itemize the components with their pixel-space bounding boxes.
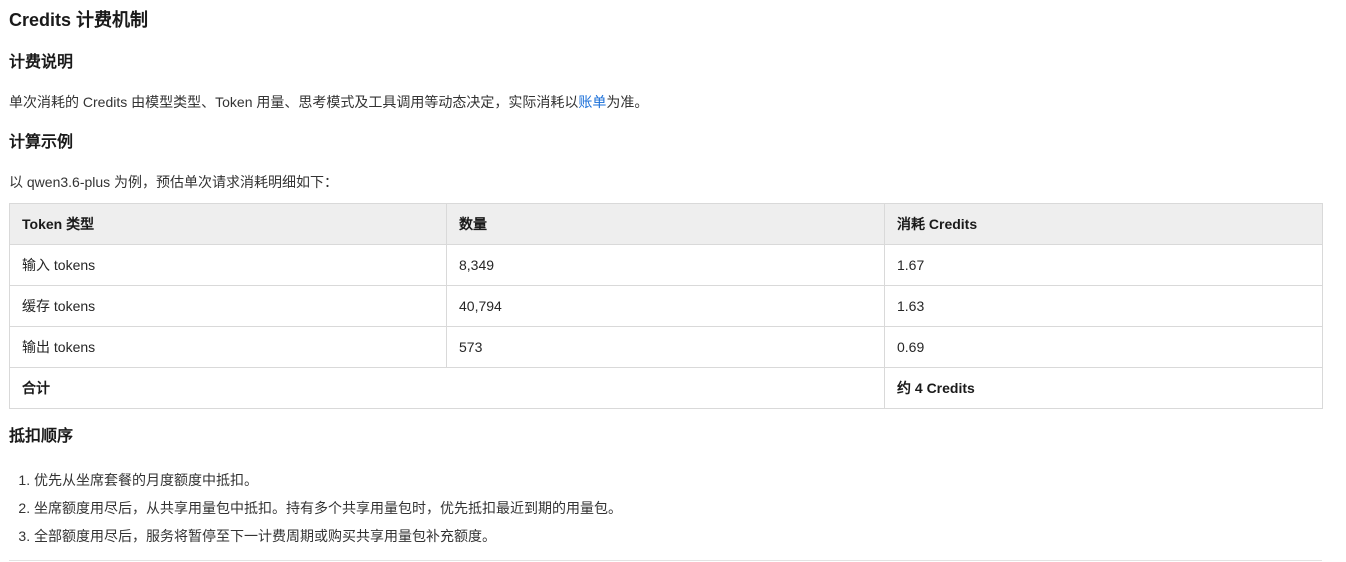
page-title: Credits 计费机制	[9, 10, 149, 30]
cell-credits: 0.69	[884, 326, 1323, 368]
list-item: 坐席额度用尽后，从共享用量包中抵扣。持有多个共享用量包时，优先抵扣最近到期的用量…	[34, 494, 622, 522]
bill-link[interactable]: 账单	[578, 94, 606, 110]
header-token-type: Token 类型	[9, 203, 447, 245]
table-total-row: 合计 约 4 Credits	[9, 367, 1323, 409]
table-header-row: Token 类型 数量 消耗 Credits	[9, 203, 1323, 245]
example-intro: 以 qwen3.6-plus 为例，预估单次请求消耗明细如下：	[9, 174, 339, 190]
cell-token-type: 输入 tokens	[9, 244, 447, 286]
cell-token-type: 缓存 tokens	[9, 285, 447, 327]
billing-text-after: 为准。	[606, 94, 649, 110]
example-heading: 计算示例	[9, 134, 74, 151]
deduction-list: 优先从坐席套餐的月度额度中抵扣。 坐席额度用尽后，从共享用量包中抵扣。持有多个共…	[9, 466, 622, 550]
list-item: 全部额度用尽后，服务将暂停至下一计费周期或购买共享用量包补充额度。	[34, 522, 622, 550]
billing-description: 单次消耗的 Credits 由模型类型、Token 用量、思考模式及工具调用等动…	[9, 92, 648, 112]
cell-token-type: 输出 tokens	[9, 326, 447, 368]
table-row: 输入 tokens 8,349 1.67	[9, 244, 1323, 286]
total-label: 合计	[9, 367, 885, 409]
cell-quantity: 8,349	[446, 244, 885, 286]
list-item: 优先从坐席套餐的月度额度中抵扣。	[34, 466, 622, 494]
cell-credits: 1.67	[884, 244, 1323, 286]
credits-table: Token 类型 数量 消耗 Credits 输入 tokens 8,349 1…	[9, 203, 1323, 409]
cell-credits: 1.63	[884, 285, 1323, 327]
header-quantity: 数量	[446, 203, 885, 245]
section-divider	[9, 560, 1322, 561]
total-credits: 约 4 Credits	[884, 367, 1323, 409]
header-credits: 消耗 Credits	[884, 203, 1323, 245]
cell-quantity: 40,794	[446, 285, 885, 327]
table-row: 缓存 tokens 40,794 1.63	[9, 285, 1323, 327]
table-row: 输出 tokens 573 0.69	[9, 326, 1323, 368]
billing-heading: 计费说明	[9, 54, 74, 71]
cell-quantity: 573	[446, 326, 885, 368]
billing-text-before: 单次消耗的 Credits 由模型类型、Token 用量、思考模式及工具调用等动…	[9, 94, 579, 110]
deduction-heading: 抵扣顺序	[9, 428, 74, 445]
